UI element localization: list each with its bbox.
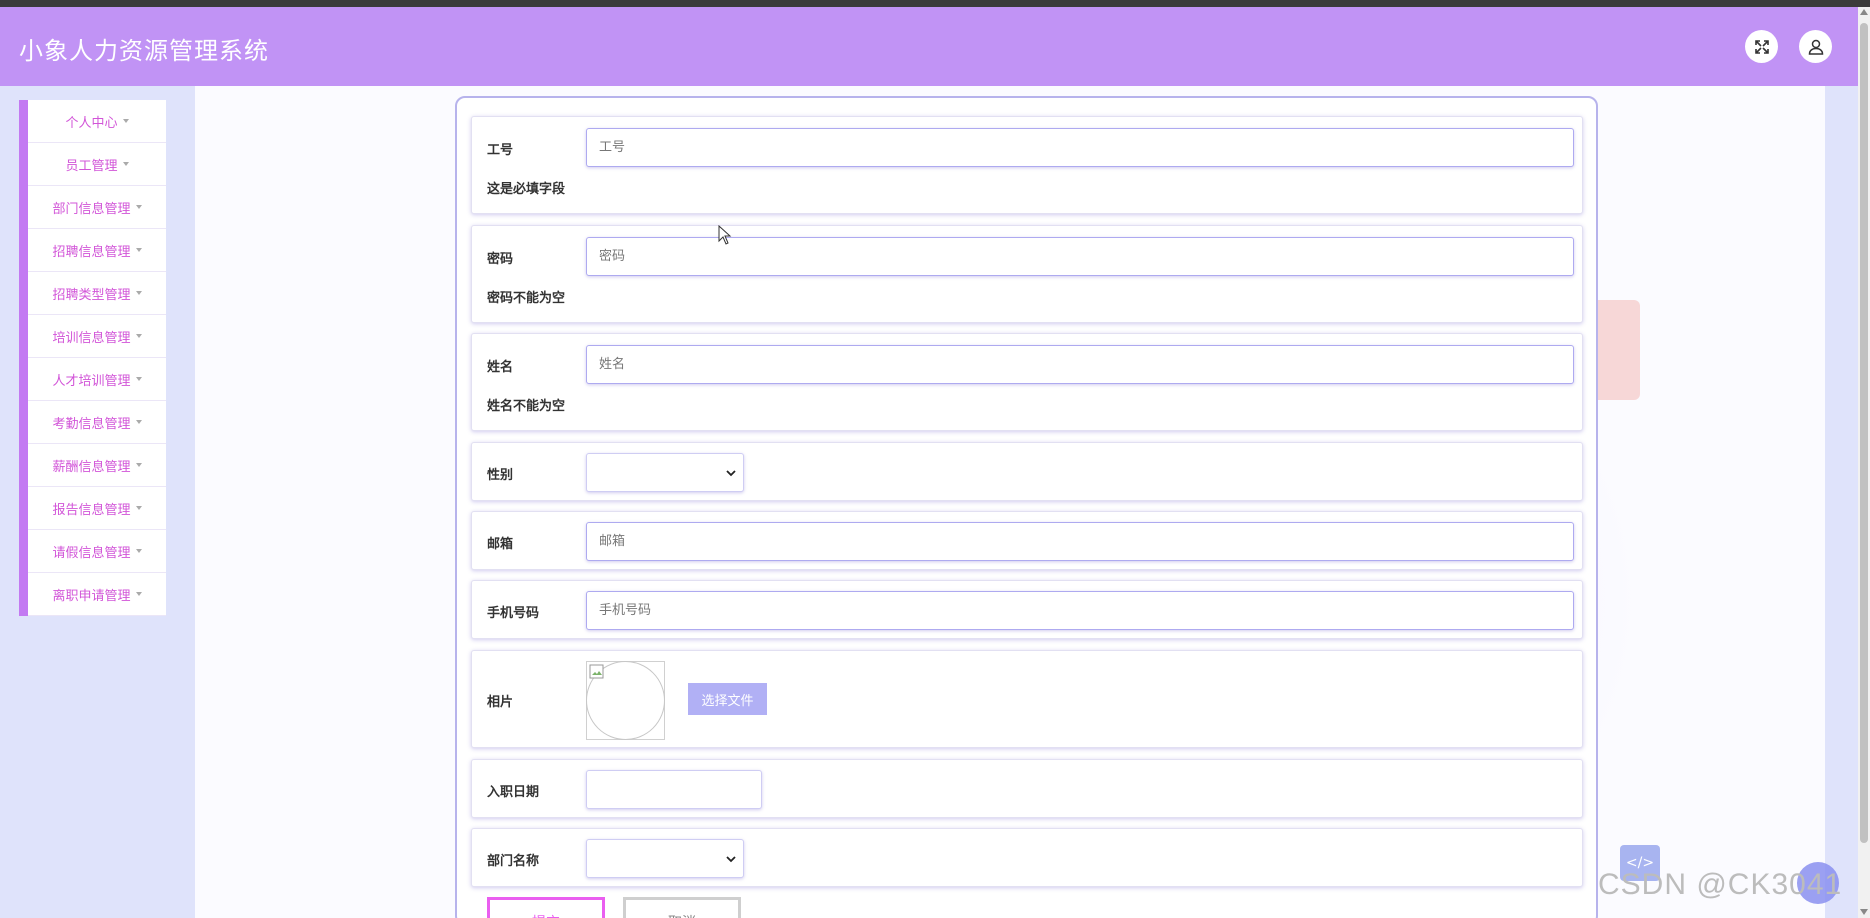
scroll-up-arrow[interactable] <box>1860 9 1868 15</box>
name-input[interactable] <box>586 345 1574 384</box>
hire-date-input[interactable] <box>586 770 762 809</box>
employee-id-label: 工号 <box>487 143 514 158</box>
employee-id-input[interactable] <box>586 128 1574 167</box>
choose-file-button[interactable]: 选择文件 <box>688 683 767 715</box>
sidebar-item-salary[interactable]: 薪酬信息管理 <box>28 444 166 487</box>
caret-down-icon <box>135 549 142 553</box>
name-label: 姓名 <box>487 360 514 375</box>
department-label: 部门名称 <box>487 854 540 869</box>
sidebar-item-recruitment[interactable]: 招聘信息管理 <box>28 229 166 272</box>
field-department: 部门名称 <box>471 828 1583 887</box>
email-label: 邮箱 <box>487 537 514 552</box>
chevron-down-icon <box>726 856 736 863</box>
caret-down-icon <box>135 592 142 596</box>
sidebar-menu: 个人中心 员工管理 部门信息管理 招聘信息管理 招聘类型管理 培训信息管理 人才… <box>19 100 166 616</box>
browser-top-strip <box>0 0 1870 7</box>
user-menu-button[interactable] <box>1799 30 1832 63</box>
caret-down-icon <box>135 291 142 295</box>
page-scrollbar[interactable] <box>1858 7 1870 918</box>
caret-down-icon <box>135 248 142 252</box>
watermark: CSDN @CK3041 <box>1598 868 1843 901</box>
caret-down-icon <box>135 463 142 467</box>
field-employee-id: 工号 这是必填字段 <box>471 116 1583 214</box>
field-phone: 手机号码 <box>471 580 1583 639</box>
gender-select[interactable] <box>586 453 744 492</box>
sidebar-item-training[interactable]: 培训信息管理 <box>28 315 166 358</box>
email-input[interactable] <box>586 522 1574 561</box>
field-photo: 相片 选择文件 <box>471 650 1583 748</box>
field-password: 密码 密码不能为空 <box>471 225 1583 323</box>
scroll-thumb[interactable] <box>1860 23 1868 843</box>
sidebar-item-employee[interactable]: 员工管理 <box>28 143 166 186</box>
scroll-down-arrow[interactable] <box>1860 909 1868 915</box>
gender-label: 性别 <box>487 468 514 483</box>
field-gender: 性别 <box>471 442 1583 501</box>
submit-button[interactable]: 提交 <box>487 897 605 918</box>
sidebar-item-talent-training[interactable]: 人才培训管理 <box>28 358 166 401</box>
name-hint: 姓名不能为空 <box>487 399 566 414</box>
password-input[interactable] <box>586 237 1574 276</box>
sidebar-item-resignation[interactable]: 离职申请管理 <box>28 573 166 616</box>
caret-down-icon <box>135 506 142 510</box>
department-select[interactable] <box>586 839 744 878</box>
hire-date-label: 入职日期 <box>487 785 540 800</box>
caret-down-icon <box>135 205 142 209</box>
field-name: 姓名 姓名不能为空 <box>471 333 1583 431</box>
employee-id-hint: 这是必填字段 <box>487 182 566 197</box>
phone-input[interactable] <box>586 591 1574 630</box>
cancel-button[interactable]: 取消 <box>623 897 741 918</box>
caret-down-icon <box>122 162 129 166</box>
user-icon <box>1808 39 1823 55</box>
app-title: 小象人力资源管理系统 <box>19 37 269 65</box>
field-hire-date: 入职日期 <box>471 759 1583 818</box>
chevron-down-icon <box>726 470 736 477</box>
caret-down-icon <box>135 334 142 338</box>
password-label: 密码 <box>487 252 514 267</box>
broken-image-icon <box>589 664 604 679</box>
sidebar-item-report[interactable]: 报告信息管理 <box>28 487 166 530</box>
sidebar-item-attendance[interactable]: 考勤信息管理 <box>28 401 166 444</box>
mouse-cursor-icon <box>718 225 732 245</box>
photo-label: 相片 <box>487 695 514 710</box>
phone-label: 手机号码 <box>487 606 540 621</box>
sidebar-item-recruitment-type[interactable]: 招聘类型管理 <box>28 272 166 315</box>
password-hint: 密码不能为空 <box>487 291 566 306</box>
app-header: 小象人力资源管理系统 <box>0 7 1858 86</box>
field-email: 邮箱 <box>471 511 1583 570</box>
caret-down-icon <box>135 377 142 381</box>
sidebar-item-leave[interactable]: 请假信息管理 <box>28 530 166 573</box>
fullscreen-button[interactable] <box>1745 30 1778 63</box>
caret-down-icon <box>122 119 129 123</box>
caret-down-icon <box>135 420 142 424</box>
sidebar-item-personal-center[interactable]: 个人中心 <box>28 100 166 143</box>
sidebar-item-department[interactable]: 部门信息管理 <box>28 186 166 229</box>
expand-icon <box>1754 39 1769 54</box>
